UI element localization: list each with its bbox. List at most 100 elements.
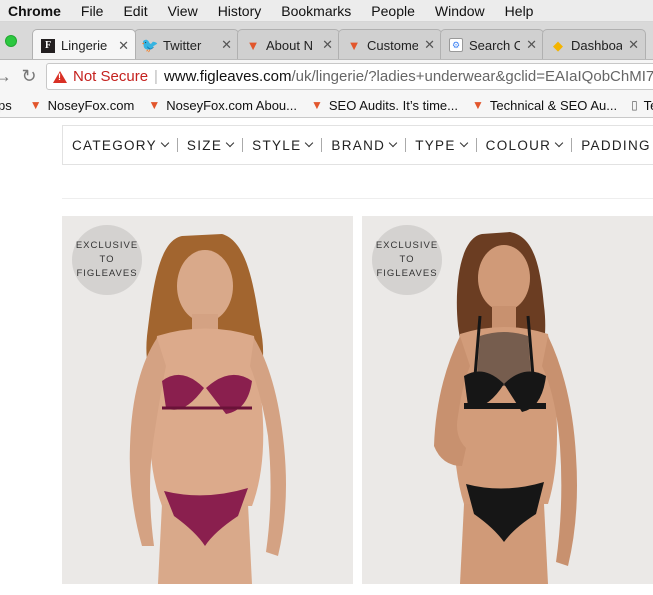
figleaves-icon: F (41, 38, 55, 53)
tab-twitter[interactable]: 🐦 Twitter ✕ (134, 29, 239, 59)
tab-search-console[interactable]: ⚙ Search C ✕ (440, 29, 544, 59)
fox-icon: ▼ (311, 98, 323, 112)
warning-triangle-icon (53, 70, 67, 83)
tab-dashboard[interactable]: ◆ Dashboa ✕ (542, 29, 646, 59)
bookmark-label: Technical & SEO Au... (489, 97, 618, 113)
fox-icon: ▼ (471, 98, 484, 112)
badge-line: EXCLUSIVE (75, 240, 139, 251)
close-icon[interactable]: ✕ (526, 37, 537, 53)
tab-customer[interactable]: ▼ Custome ✕ (338, 29, 442, 59)
menu-bookmarks[interactable]: Bookmarks (271, 3, 361, 19)
filter-label: TYPE (415, 137, 456, 153)
chevron-down-icon (554, 138, 564, 148)
tab-title: Dashboa (571, 37, 623, 53)
filter-divider (321, 138, 323, 152)
close-icon[interactable]: ✕ (118, 38, 129, 54)
menu-people[interactable]: People (361, 3, 425, 19)
security-status[interactable]: Not Secure (73, 68, 148, 85)
filter-divider (176, 138, 178, 152)
filter-label: COLOUR (485, 137, 552, 153)
bookmark-item[interactable]: ▼ SEO Audits. It’s time... (311, 98, 458, 113)
bookmarks-bar: ps ▼ NoseyFox.com ▼ NoseyFox.com Abou...… (0, 93, 653, 118)
fox-icon: ▼ (347, 37, 361, 53)
tab-strip: F Lingerie ✕ 🐦 Twitter ✕ ▼ About N ✕ ▼ C… (0, 22, 653, 60)
filter-bar: CATEGORY SIZE STYLE BRAND TYPE COLOUR PA… (62, 125, 653, 165)
tab-title: Lingerie (61, 38, 108, 53)
filter-category[interactable]: CATEGORY (72, 137, 170, 153)
filter-divider (405, 138, 407, 152)
filter-label: CATEGORY (72, 137, 157, 153)
fox-icon: ▼ (29, 98, 42, 112)
menu-help[interactable]: Help (495, 3, 544, 19)
search-console-icon: ⚙ (449, 38, 463, 52)
bookmark-label: NoseyFox.com Abou... (166, 97, 297, 113)
filter-label: BRAND (331, 137, 386, 153)
filter-type[interactable]: TYPE (415, 137, 468, 153)
menu-file[interactable]: File (71, 3, 114, 19)
divider (62, 198, 653, 199)
bookmark-label: SEO Audits. It’s time... (328, 97, 458, 113)
badge-line: EXCLUSIVE (375, 240, 439, 251)
chevron-down-icon (305, 138, 314, 148)
menu-history[interactable]: History (208, 3, 272, 19)
fox-icon: ▼ (148, 98, 161, 112)
product-card[interactable]: EXCLUSIVE TO FIGLEAVES (62, 216, 353, 584)
filter-padding[interactable]: PADDING (581, 138, 653, 153)
filter-style[interactable]: STYLE (252, 137, 314, 153)
bookmark-item[interactable]: ▼ Technical & SEO Au... (472, 98, 617, 113)
reload-icon[interactable]: ↻ (18, 65, 40, 87)
filter-divider (242, 138, 244, 152)
bookmark-item[interactable]: ▯ Test (631, 98, 653, 113)
menu-app-chrome[interactable]: Chrome (0, 3, 71, 19)
close-icon[interactable]: ✕ (424, 37, 435, 53)
url-host: www.figleaves.com (163, 68, 292, 85)
filter-divider (475, 138, 477, 152)
tab-title: Search C (469, 37, 521, 53)
web-page: CATEGORY SIZE STYLE BRAND TYPE COLOUR PA… (0, 118, 653, 595)
menu-bar: Chrome File Edit View History Bookmarks … (0, 0, 653, 22)
address-bar[interactable]: Not Secure | www.figleaves.com /uk/linge… (46, 63, 653, 90)
bookmark-item[interactable]: ▼ NoseyFox.com Abou... (148, 98, 297, 113)
dashboard-icon: ◆ (553, 37, 563, 53)
tab-title: Custome (367, 37, 419, 53)
bookmark-item[interactable]: ▼ NoseyFox.com (30, 98, 135, 113)
url-path: /uk/lingerie/?ladies+underwear&gclid=EAI… (291, 68, 653, 85)
address-separator: | (154, 68, 158, 85)
badge-line: FIGLEAVES (376, 268, 438, 279)
filter-label: SIZE (186, 137, 223, 153)
close-icon[interactable]: ✕ (322, 37, 333, 53)
close-icon[interactable]: ✕ (221, 37, 232, 53)
tab-about[interactable]: ▼ About N ✕ (237, 29, 340, 59)
filter-size[interactable]: SIZE (186, 137, 235, 153)
filter-colour[interactable]: COLOUR (485, 137, 564, 153)
product-card[interactable]: EXCLUSIVE TO FIGLEAVES (362, 216, 653, 584)
fox-icon: ▼ (246, 37, 260, 53)
chevron-down-icon (459, 138, 468, 148)
tab-lingerie[interactable]: F Lingerie ✕ (32, 29, 136, 59)
twitter-bird-icon: 🐦 (141, 37, 159, 53)
bookmark-label: Test (643, 97, 653, 113)
filter-label: PADDING (581, 137, 651, 153)
badge-line: FIGLEAVES (76, 268, 138, 279)
bookmark-apps[interactable]: ps (0, 98, 12, 113)
filter-brand[interactable]: BRAND (331, 137, 398, 153)
badge-line: TO (399, 254, 415, 265)
menu-window[interactable]: Window (425, 3, 495, 19)
exclusive-badge: EXCLUSIVE TO FIGLEAVES (72, 225, 142, 295)
chevron-down-icon (388, 138, 398, 148)
window-maximize-button[interactable] (5, 35, 17, 47)
menu-edit[interactable]: Edit (113, 3, 157, 19)
document-icon: ▯ (631, 98, 638, 112)
chevron-down-icon (160, 138, 170, 148)
exclusive-badge: EXCLUSIVE TO FIGLEAVES (372, 225, 442, 295)
chevron-down-icon (225, 138, 235, 148)
badge-line: TO (99, 254, 115, 265)
browser-toolbar: → ↻ Not Secure | www.figleaves.com /uk/l… (0, 60, 653, 93)
tab-title: Twitter (163, 37, 202, 53)
close-icon[interactable]: ✕ (628, 37, 639, 53)
bookmark-label: NoseyFox.com (47, 97, 135, 113)
filter-divider (571, 138, 573, 152)
forward-arrow-icon[interactable]: → (0, 65, 14, 87)
filter-label: STYLE (252, 137, 302, 153)
menu-view[interactable]: View (158, 3, 208, 19)
